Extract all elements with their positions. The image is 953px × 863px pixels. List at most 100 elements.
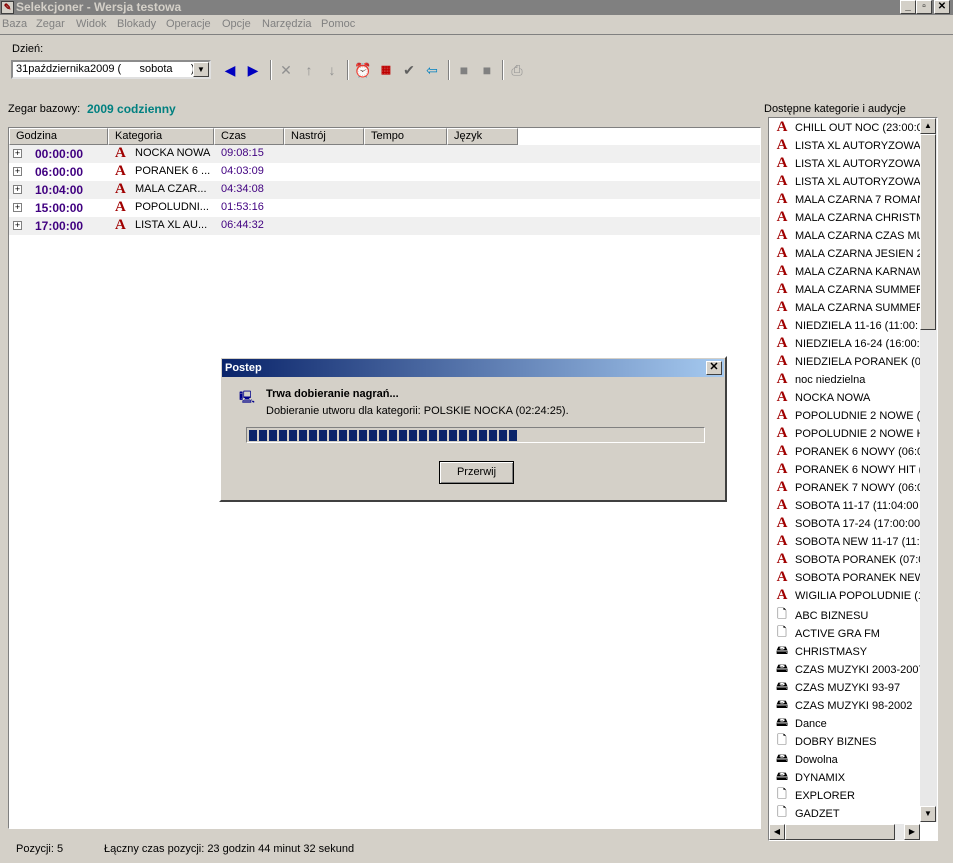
menu-operacje[interactable]: Operacje <box>166 18 211 30</box>
category-list-item[interactable]: A POPOLUDNIE 2 NOWE H <box>773 425 923 443</box>
col-header-nastroj[interactable]: Nastrój <box>284 128 364 145</box>
category-list-item[interactable]: A LISTA XL AUTORYZOWA <box>773 137 923 155</box>
category-list-item[interactable]: 🖴 CZAS MUZYKI 93-97 <box>773 677 923 695</box>
expand-icon[interactable]: + <box>13 149 22 158</box>
category-list-item[interactable]: A MALA CZARNA SUMMEF <box>773 299 923 317</box>
category-list-item[interactable]: A PORANEK 6 NOWY (06:0 <box>773 443 923 461</box>
close-button[interactable]: ✕ <box>934 0 950 14</box>
scroll-right-icon[interactable]: ▶ <box>904 824 920 840</box>
category-list-item[interactable]: A SOBOTA 17-24 (17:00:00 <box>773 515 923 533</box>
calendar-icon[interactable]: ▦ <box>376 60 396 80</box>
cancel-button[interactable]: Przerwij <box>439 461 514 484</box>
category-list-item[interactable]: A NIEDZIELA PORANEK (0 <box>773 353 923 371</box>
progress-block <box>319 430 327 441</box>
category-list-item[interactable]: A PORANEK 6 NOWY HIT ( <box>773 461 923 479</box>
vertical-scroll-thumb[interactable] <box>920 134 936 330</box>
restore-button[interactable]: ▫ <box>916 0 932 14</box>
day-select[interactable]: 31października2009 ( sobota ) ▼ <box>11 60 211 79</box>
category-list-item[interactable]: 🗋 ABC BIZNESU <box>773 605 923 623</box>
category-list-item[interactable]: A MALA CZARNA JESIEN 2 <box>773 245 923 263</box>
category-list-item[interactable]: 🖴 CZAS MUZYKI 98-2002 <box>773 695 923 713</box>
category-list-item[interactable]: A MALA CZARNA KARNAW <box>773 263 923 281</box>
table-row[interactable]: + 06:00:00 A PORANEK 6 ... 04:03:09 <box>9 163 760 181</box>
return-arrow-icon[interactable]: ⇦ <box>422 60 442 80</box>
expand-icon[interactable]: + <box>13 203 22 212</box>
table-row[interactable]: + 17:00:00 A LISTA XL AU... 06:44:32 <box>9 217 760 235</box>
move-down-icon[interactable]: ↓ <box>322 60 342 80</box>
alarm-clock-icon[interactable]: ⏰ <box>353 60 373 80</box>
category-list-item[interactable]: A LISTA XL AUTORYZOWA <box>773 155 923 173</box>
category-a-icon: A <box>776 479 788 495</box>
category-list-item[interactable]: 🖴 Dance <box>773 713 923 731</box>
menu-blokady[interactable]: Blokady <box>117 18 156 30</box>
col-header-czas[interactable]: Czas <box>214 128 284 145</box>
menu-narzedzia[interactable]: Narzędzia <box>262 18 312 30</box>
category-list-item[interactable]: A MALA CZARNA SUMMEF <box>773 281 923 299</box>
col-header-godzina[interactable]: Godzina <box>9 128 108 145</box>
table-row[interactable]: + 10:04:00 A MALA CZAR... 04:34:08 <box>9 181 760 199</box>
menu-opcje[interactable]: Opcje <box>222 18 251 30</box>
computer-icon: 🖳 <box>239 390 256 404</box>
category-list-label: GADZET <box>795 807 840 820</box>
vertical-scrollbar[interactable]: ▲ ▼ <box>920 118 937 822</box>
category-list-item[interactable]: A SOBOTA 11-17 (11:04:00 <box>773 497 923 515</box>
delete-icon[interactable]: ✕ <box>276 60 296 80</box>
category-list-item[interactable]: A SOBOTA NEW 11-17 (11: <box>773 533 923 551</box>
scroll-down-icon[interactable]: ▼ <box>920 806 936 822</box>
category-list-item[interactable]: A NIEDZIELA 11-16 (11:00: <box>773 317 923 335</box>
expand-icon[interactable]: + <box>13 167 22 176</box>
category-list-item[interactable]: 🖴 CHRISTMASY <box>773 641 923 659</box>
next-day-arrow-icon[interactable]: ▶ <box>243 60 263 80</box>
printer-icon[interactable]: ⎙ <box>507 60 527 80</box>
category-list-label: SOBOTA PORANEK (07:0 <box>795 553 923 566</box>
app-icon[interactable]: ✎ <box>1 1 14 14</box>
chevron-down-icon[interactable]: ▼ <box>193 62 209 77</box>
category-list-item[interactable]: 🖴 DYNAMIX <box>773 767 923 785</box>
category-a-icon: A <box>776 227 788 243</box>
category-list-item[interactable]: A SOBOTA PORANEK NEW <box>773 569 923 587</box>
menu-baza[interactable]: Baza <box>2 18 27 30</box>
category-list-item[interactable]: A SOBOTA PORANEK (07:0 <box>773 551 923 569</box>
disk-stack-icon: 🖴 <box>775 643 789 657</box>
progress-block <box>279 430 287 441</box>
menu-pomoc[interactable]: Pomoc <box>321 18 355 30</box>
category-list-item[interactable]: 🗋 GADZET <box>773 803 923 821</box>
category-list-item[interactable]: A WIGILIA POPOLUDNIE (1 <box>773 587 923 605</box>
category-list-item[interactable]: 🗋 ACTIVE GRA FM <box>773 623 923 641</box>
category-list-item[interactable]: A PORANEK 7 NOWY (06:0 <box>773 479 923 497</box>
category-list-item[interactable]: A MALA CZARNA CZAS MU <box>773 227 923 245</box>
scroll-up-icon[interactable]: ▲ <box>920 118 936 134</box>
prev-day-arrow-icon[interactable]: ◀ <box>220 60 240 80</box>
minimize-button[interactable]: _ <box>900 0 916 14</box>
horizontal-scroll-thumb[interactable] <box>785 824 895 840</box>
category-list-label: DYNAMIX <box>795 771 846 784</box>
col-header-tempo[interactable]: Tempo <box>364 128 447 145</box>
scroll-left-icon[interactable]: ◀ <box>769 824 785 840</box>
category-list-item[interactable]: 🗋 DOBRY BIZNES <box>773 731 923 749</box>
stop-square-icon[interactable]: ■ <box>454 60 474 80</box>
horizontal-scrollbar[interactable]: ◀ ▶ <box>769 824 920 840</box>
move-up-icon[interactable]: ↑ <box>299 60 319 80</box>
category-list-item[interactable]: A NOCKA NOWA <box>773 389 923 407</box>
category-list-item[interactable]: 🗋 EXPLORER <box>773 785 923 803</box>
category-list-item[interactable]: 🖴 CZAS MUZYKI 2003-2007 <box>773 659 923 677</box>
category-list-item[interactable]: A MALA CZARNA 7 ROMAN <box>773 191 923 209</box>
col-header-kategoria[interactable]: Kategoria <box>108 128 214 145</box>
dialog-close-button[interactable]: ✕ <box>706 361 722 375</box>
table-row[interactable]: + 15:00:00 A POPOLUDNI... 01:53:16 <box>9 199 760 217</box>
category-list-item[interactable]: A NIEDZIELA 16-24 (16:00: <box>773 335 923 353</box>
category-list-item[interactable]: A LISTA XL AUTORYZOWA <box>773 173 923 191</box>
table-row[interactable]: + 00:00:00 A NOCKA NOWA 09:08:15 <box>9 145 760 163</box>
category-list-item[interactable]: A MALA CZARNA CHRISTM <box>773 209 923 227</box>
stop-square-icon-2[interactable]: ■ <box>477 60 497 80</box>
category-list-item[interactable]: A CHILL OUT NOC (23:00:0 <box>773 119 923 137</box>
category-list-item[interactable]: A POPOLUDNIE 2 NOWE ( <box>773 407 923 425</box>
category-list-item[interactable]: Anoc niedzielna <box>773 371 923 389</box>
checkmark-icon[interactable]: ✔ <box>399 60 419 80</box>
col-header-jezyk[interactable]: Język <box>447 128 518 145</box>
category-list-item[interactable]: 🖴 Dowolna <box>773 749 923 767</box>
expand-icon[interactable]: + <box>13 185 22 194</box>
menu-zegar[interactable]: Zegar <box>36 18 65 30</box>
expand-icon[interactable]: + <box>13 221 22 230</box>
menu-widok[interactable]: Widok <box>76 18 107 30</box>
